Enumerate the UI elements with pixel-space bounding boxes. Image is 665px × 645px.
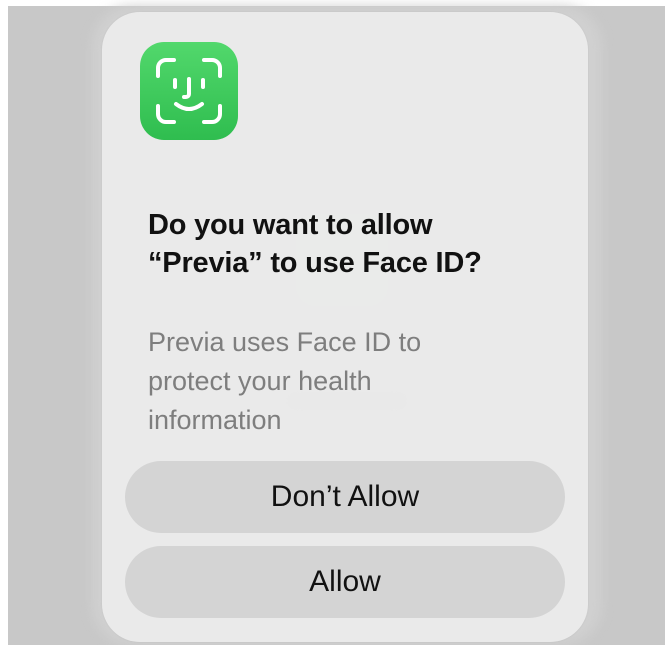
dont-allow-button[interactable]: Don’t Allow [125,461,565,533]
alert-message: Previa uses Face ID to protect your heal… [148,323,548,440]
allow-button[interactable]: Allow [125,546,565,618]
alert-message-line: information [148,405,282,435]
alert-title-line: “Previa” to use Face ID? [148,247,482,279]
alert-title-line: Do you want to allow [148,209,433,241]
alert-message-line: protect your health [148,366,372,396]
alert-message-line: Previa uses Face ID to [148,327,422,357]
face-id-permission-alert: Do you want to allow “Previa” to use Fac… [102,12,588,642]
alert-title: Do you want to allow “Previa” to use Fac… [148,206,568,282]
face-id-icon [140,42,238,140]
